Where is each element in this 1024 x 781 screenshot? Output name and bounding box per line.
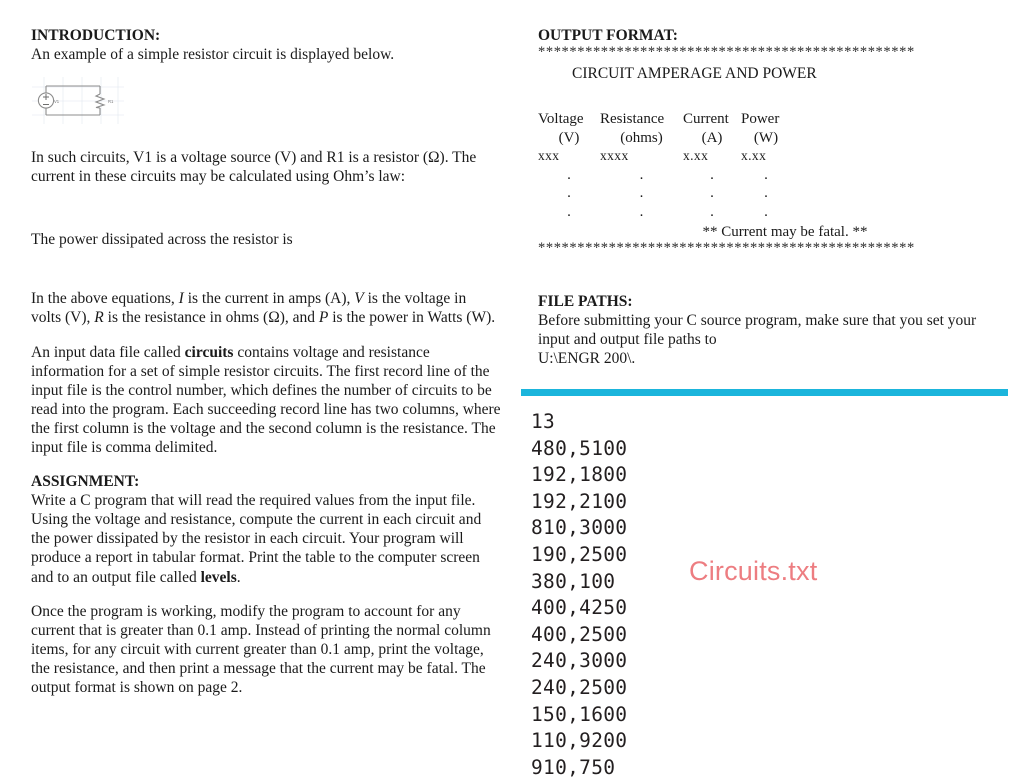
unit-amps: (A) <box>701 129 723 146</box>
dot-power: . <box>764 185 768 201</box>
dot-voltage: . <box>567 166 571 183</box>
dot-current: . <box>710 185 714 201</box>
circuits-filename: circuits <box>184 343 234 361</box>
data-line: 192,1800 <box>531 463 628 487</box>
dot-voltage: . <box>567 185 571 201</box>
file-paths-heading: FILE PATHS: <box>538 293 633 310</box>
table-dot-row: . . . . <box>538 184 791 203</box>
header-power: Power <box>741 111 780 127</box>
table-dot-row: . . . . <box>538 203 791 222</box>
data-line: 190,2500 <box>531 542 628 566</box>
data-file-caption: Circuits.txt <box>689 556 818 586</box>
ohms-law-equation-slot <box>31 186 501 230</box>
dot-power: . <box>764 203 768 220</box>
dot-voltage: . <box>567 203 571 220</box>
input-file-paragraph: An input data file called circuits conta… <box>31 343 501 458</box>
power-dissipated-line: The power dissipated across the resistor… <box>31 231 293 249</box>
data-line: 810,3000 <box>531 516 628 540</box>
file-paths-line-2: input and output file paths to <box>538 331 717 349</box>
ohms-law-paragraph: In such circuits, V1 is a voltage source… <box>31 148 501 186</box>
power-equation-slot <box>31 249 501 289</box>
data-line: 192,2100 <box>531 489 628 513</box>
output-format-heading: OUTPUT FORMAT: <box>538 27 678 44</box>
table-dot-row: . . . . <box>538 166 791 185</box>
variables-text-5: is the resistance in ohms (Ω), and <box>103 309 319 327</box>
variables-paragraph: In the above equations, I is the current… <box>31 289 501 327</box>
table-placeholder-row: xxx xxxx x.xx x.xx <box>538 147 791 166</box>
unit-watts: (W) <box>753 129 779 146</box>
left-column: INTRODUCTION: An example of a simple res… <box>31 26 501 697</box>
variables-text-1: In the above equations, <box>31 290 179 308</box>
variable-r: R <box>94 309 104 327</box>
input-file-text-1: An input data file called <box>31 343 185 361</box>
unit-ohms: (ohms) <box>620 129 663 146</box>
fatal-current-note: ** Current may be fatal. ** <box>702 224 868 240</box>
ohms-law-line-1: In such circuits, V1 is a voltage source… <box>31 149 477 167</box>
levels-filename: levels <box>200 568 237 586</box>
table-units-row: (V) (ohms) (A) (W) <box>538 129 791 148</box>
voltage-source-label: V1 <box>54 99 60 104</box>
data-line: 380,100 <box>531 569 616 593</box>
introduction-heading: INTRODUCTION: <box>31 27 161 44</box>
blue-divider-rule <box>521 389 1008 396</box>
data-line: 240,2500 <box>531 675 628 699</box>
dot-resistance: . <box>639 203 644 220</box>
file-paths-section: FILE PATHS: Before submitting your C sou… <box>538 292 1008 368</box>
assignment-text-1: Write a C program that will read the req… <box>31 492 482 586</box>
data-line: 13 <box>531 410 556 433</box>
header-voltage: Voltage <box>538 111 584 127</box>
ohms-law-line-2: current in these circuits may be calcula… <box>31 168 406 186</box>
right-column: OUTPUT FORMAT: *************************… <box>538 26 1008 368</box>
data-line: 240,3000 <box>531 649 628 673</box>
placeholder-current: x.xx <box>683 148 709 163</box>
variables-text-6: is the power in Watts (W). <box>328 309 496 327</box>
variables-text-3: is the voltage in <box>363 290 467 308</box>
placeholder-voltage: xxx <box>538 148 560 163</box>
data-line: 110,9200 <box>531 729 628 753</box>
variable-p: P <box>318 309 329 327</box>
introduction-line: An example of a simple resistor circuit … <box>31 46 395 63</box>
table-header-row: Voltage Resistance Current Power <box>538 110 791 129</box>
modify-program-paragraph: Once the program is working, modify the … <box>31 602 491 696</box>
header-current: Current <box>683 111 729 127</box>
assignment-text-2: . <box>236 568 241 586</box>
dot-resistance: . <box>639 185 644 201</box>
dot-current: . <box>710 203 714 220</box>
star-rule-top: ****************************************… <box>538 45 915 60</box>
file-paths-line-1: Before submitting your C source program,… <box>538 312 977 329</box>
assignment-paragraph: Write a C program that will read the req… <box>31 491 501 586</box>
assignment-heading: ASSIGNMENT: <box>31 473 140 491</box>
data-line: 400,4250 <box>531 596 628 620</box>
circuits-data-listing: 13 480,5100 192,1800 192,2100 810,3000 1… <box>531 409 627 781</box>
star-rule-bottom: ****************************************… <box>538 241 915 256</box>
header-resistance: Resistance <box>600 111 665 127</box>
data-line: 150,1600 <box>531 702 628 726</box>
variable-v: V <box>354 290 364 308</box>
placeholder-resistance: xxxx <box>600 148 629 163</box>
file-paths-paragraph: Before submitting your C source program,… <box>538 311 1008 368</box>
variables-text-2: is the current in amps (A), <box>183 290 355 308</box>
output-format-table: Voltage Resistance Current Power (V) (oh… <box>538 110 791 221</box>
variables-text-4: volts (V), <box>31 309 95 327</box>
data-line: 480,5100 <box>531 436 628 460</box>
resistor-label: R1 <box>108 99 114 104</box>
unit-volts: (V) <box>558 129 580 146</box>
dot-power: . <box>764 166 768 183</box>
report-title: CIRCUIT AMPERAGE AND POWER <box>572 65 817 82</box>
placeholder-power: x.xx <box>741 148 767 163</box>
file-paths-value: U:\ENGR 200\. <box>538 350 636 368</box>
data-line: 400,2500 <box>531 622 628 646</box>
dot-resistance: . <box>639 166 644 183</box>
dot-current: . <box>710 166 714 183</box>
circuit-diagram-figure: V1 R1 <box>32 77 124 125</box>
